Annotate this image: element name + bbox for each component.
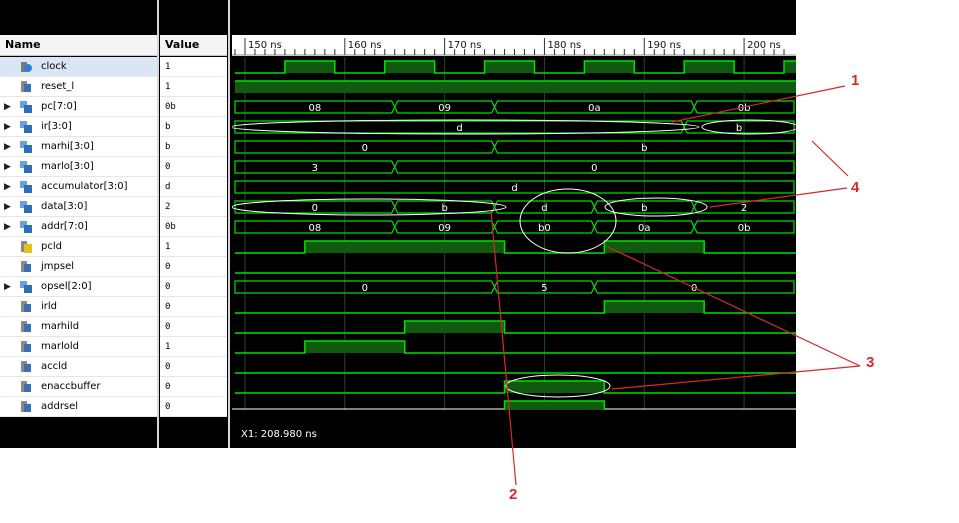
annotation-line <box>490 210 517 486</box>
annotation-line <box>671 85 846 123</box>
annotation-label-3: 3 <box>866 354 875 371</box>
annotation-line <box>607 246 861 367</box>
annotation-label-4: 4 <box>851 179 860 196</box>
annotation-line <box>611 365 861 390</box>
annotation-line <box>709 187 848 208</box>
annotation-line <box>811 140 849 177</box>
annotation-label-2: 2 <box>509 486 518 503</box>
annotation-label-1: 1 <box>851 72 860 89</box>
annotation-overlay <box>490 85 861 486</box>
